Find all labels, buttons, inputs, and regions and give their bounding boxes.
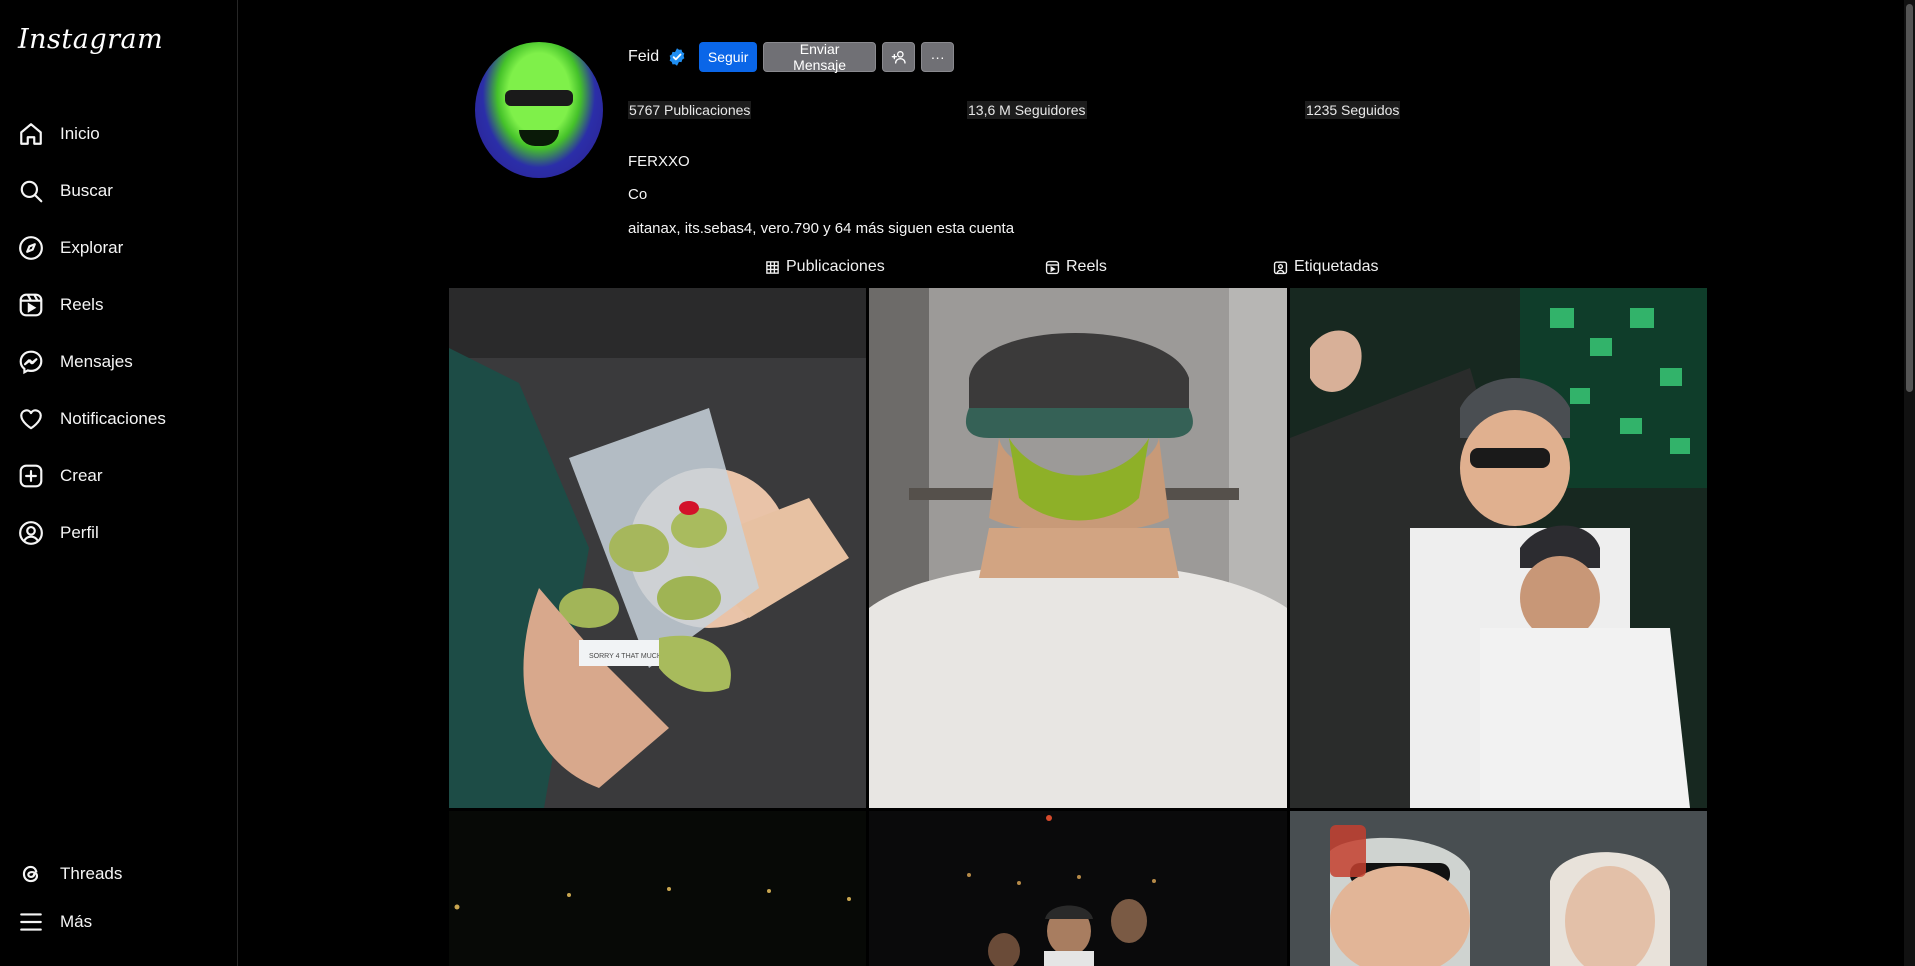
sidebar-item-buscar[interactable]: Buscar — [18, 171, 113, 211]
post-image: SORRY 4 THAT MUCH — [449, 288, 866, 808]
sidebar-item-notificaciones[interactable]: Notificaciones — [18, 399, 166, 439]
sidebar-item-inicio[interactable]: Inicio — [18, 114, 100, 154]
scrollbar[interactable] — [1904, 0, 1915, 966]
sidebar-item-threads[interactable]: Threads — [18, 854, 122, 894]
tab-publicaciones[interactable]: Publicaciones — [765, 258, 885, 276]
verified-badge-icon — [669, 48, 685, 66]
instagram-logo[interactable]: Instagram — [18, 24, 163, 55]
sidebar-item-label: Crear — [60, 466, 103, 485]
reels-icon — [19, 293, 43, 317]
sidebar-item-label: Reels — [60, 295, 104, 314]
search-icon — [20, 180, 43, 203]
profile-header-row: Feid Seguir Enviar Mensaje ··· — [628, 41, 955, 73]
post-thumbnail[interactable] — [869, 288, 1287, 808]
sidebar-item-label: Threads — [60, 864, 123, 883]
post-thumbnail[interactable] — [1290, 288, 1707, 808]
post-image — [1290, 288, 1707, 808]
menu-icon — [20, 913, 42, 931]
plus-square-icon — [19, 464, 43, 488]
tab-label: Reels — [1066, 258, 1107, 275]
more-options-button[interactable]: ··· — [921, 42, 955, 72]
avatar-mouth — [519, 130, 559, 146]
post-image — [1290, 811, 1707, 966]
fortune-paper-text: SORRY 4 THAT MUCH — [589, 653, 662, 660]
heart-icon — [20, 409, 42, 430]
profile-username: Feid — [628, 48, 660, 65]
post-thumbnail[interactable] — [449, 811, 866, 966]
sidebar-item-mensajes[interactable]: Mensajes — [18, 342, 133, 382]
sidebar-item-reels[interactable]: Reels — [18, 285, 103, 325]
sidebar-item-label: Perfil — [60, 523, 99, 542]
threads-icon — [22, 865, 39, 883]
sidebar-item-label: Mensajes — [60, 352, 133, 371]
grid-icon — [766, 260, 779, 274]
sidebar-item-label: Más — [60, 912, 93, 931]
post-image — [449, 811, 866, 966]
profile-bio: Co — [628, 186, 648, 203]
sidebar-item-perfil[interactable]: Perfil — [18, 513, 99, 553]
follow-button[interactable]: Seguir — [699, 42, 758, 72]
compass-icon — [19, 236, 43, 260]
home-icon — [20, 123, 42, 145]
send-message-button[interactable]: Enviar Mensaje — [763, 41, 877, 73]
suggest-similar-button[interactable] — [882, 42, 916, 72]
followers-count[interactable]: 13,6 M Seguidores — [967, 101, 1087, 119]
tab-label: Publicaciones — [786, 258, 885, 275]
post-thumbnail[interactable] — [869, 811, 1287, 966]
add-person-icon — [891, 51, 906, 64]
sidebar-item-crear[interactable]: Crear — [18, 456, 103, 496]
scrollbar-thumb[interactable] — [1906, 4, 1913, 392]
reels-icon — [1045, 260, 1060, 274]
sidebar-item-label: Notificaciones — [60, 409, 166, 428]
posts-count: 5767 Publicaciones — [628, 101, 752, 119]
post-thumbnail[interactable] — [1290, 811, 1707, 966]
sidebar-item-label: Explorar — [60, 238, 124, 257]
profile-icon — [19, 521, 43, 545]
followed-by-text[interactable]: aitanax, its.sebas4, vero.790 y 64 más s… — [628, 220, 1014, 237]
post-thumbnail[interactable]: SORRY 4 THAT MUCH — [449, 288, 866, 808]
messenger-icon — [19, 350, 43, 375]
sidebar-item-label: Buscar — [60, 181, 113, 200]
sidebar-item-mas[interactable]: Más — [18, 902, 92, 942]
post-image — [869, 811, 1287, 966]
tab-etiquetadas[interactable]: Etiquetadas — [1273, 258, 1379, 276]
profile-avatar[interactable] — [475, 42, 603, 178]
sidebar: Instagram Inicio Buscar Explorar Reels M… — [0, 0, 238, 966]
tab-reels[interactable]: Reels — [1045, 258, 1107, 276]
tab-label: Etiquetadas — [1294, 258, 1379, 275]
sidebar-item-label: Inicio — [60, 124, 100, 143]
tagged-icon — [1273, 261, 1288, 274]
post-image — [869, 288, 1287, 808]
profile-full-name: FERXXO — [628, 153, 690, 170]
avatar-glasses — [505, 90, 573, 106]
sidebar-item-explorar[interactable]: Explorar — [18, 228, 123, 268]
following-count[interactable]: 1235 Seguidos — [1305, 101, 1401, 119]
